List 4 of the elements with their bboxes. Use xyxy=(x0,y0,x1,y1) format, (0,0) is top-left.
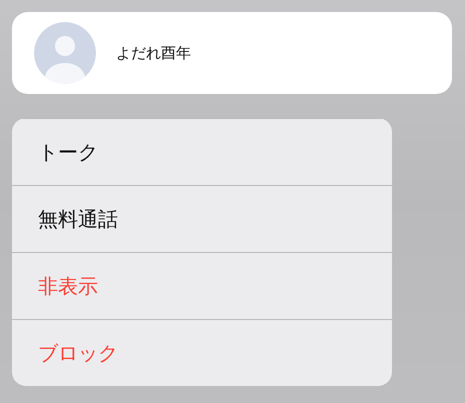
menu-item[interactable]: トーク xyxy=(12,118,392,185)
menu-item[interactable]: 無料通話 xyxy=(12,185,392,252)
avatar-icon xyxy=(34,22,96,84)
contact-name: よだれ酉年 xyxy=(116,44,191,62)
